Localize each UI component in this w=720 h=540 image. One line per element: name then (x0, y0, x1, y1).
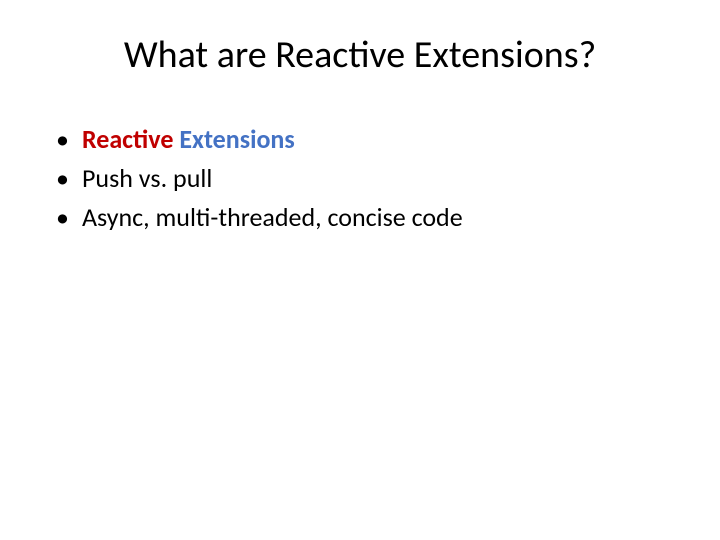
bullet-item: Push vs. pull (54, 161, 672, 196)
slide: What are Reactive Extensions? Reactive E… (0, 0, 720, 540)
slide-title: What are Reactive Extensions? (48, 32, 672, 78)
emphasis-word-extensions: Extensions (179, 123, 294, 155)
bullet-item: Reactive Extensions (54, 122, 672, 157)
bullet-list: Reactive Extensions Push vs. pull Async,… (48, 122, 672, 235)
bullet-item: Async, multi-threaded, concise code (54, 200, 672, 235)
emphasis-word-reactive: Reactive (82, 123, 173, 155)
